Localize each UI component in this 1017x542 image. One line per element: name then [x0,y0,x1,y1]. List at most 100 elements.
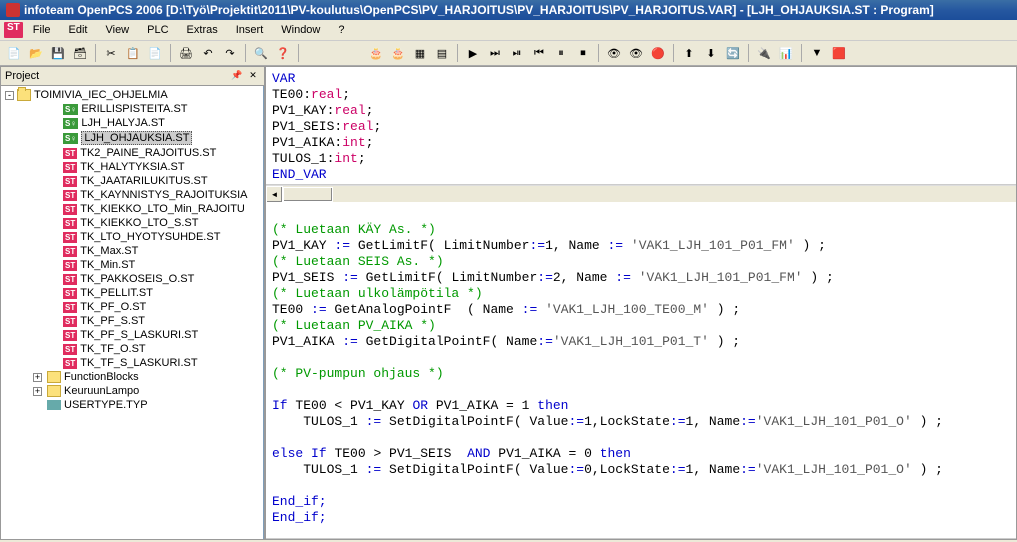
tree-item[interactable]: S♀LJH_OHJAUKSIA.ST [3,130,261,146]
build-all-icon[interactable]: 🎂 [388,43,408,63]
expand-icon[interactable]: + [33,373,42,382]
tree-item[interactable]: STTK_Min.ST [3,258,261,272]
grid2-icon[interactable]: ▤ [432,43,452,63]
folder-icon [47,385,61,397]
project-tree[interactable]: - TOIMIVIA_IEC_OHJELMIA S♀ERILLISPISTEIT… [1,86,264,539]
tree-item[interactable]: STTK_KIEKKO_LTO_S.ST [3,216,261,230]
tree-item[interactable]: STTK_PF_S_LASKURI.ST [3,328,261,342]
var-declaration-pane[interactable]: VAR TE00:real; PV1_KAY:real; PV1_SEIS:re… [266,67,1016,185]
separator [748,44,749,62]
project-close-icon[interactable]: ✕ [246,69,260,83]
scroll-left-icon[interactable]: ◄ [266,186,283,203]
collapse-icon[interactable]: - [5,91,14,100]
step-over-icon[interactable]: ⏭ [485,43,505,63]
cut-icon[interactable]: ✂ [101,43,121,63]
separator [170,44,171,62]
tree-item-label: TK_Max.ST [80,245,138,257]
menu-view[interactable]: View [97,22,137,38]
help-icon[interactable]: ❓ [273,43,293,63]
tree-item[interactable]: STTK_LTO_HYOTYSUHDE.ST [3,230,261,244]
tree-item-label: ERILLISPISTEITA.ST [81,103,187,115]
tree-item-label: TK_PAKKOSEIS_O.ST [80,273,194,285]
tree-item-usertype[interactable]: USERTYPE.TYP [3,398,261,412]
tree-item[interactable]: STTK_PAKKOSEIS_O.ST [3,272,261,286]
menu-window[interactable]: Window [273,22,328,38]
tree-item[interactable]: STTK_TF_S_LASKURI.ST [3,356,261,370]
tree-folder-label: KeuruunLampo [64,385,139,397]
tree-item-label: TK_PF_S.ST [80,315,145,327]
tree-item[interactable]: STTK_PF_O.ST [3,300,261,314]
project-pin-icon[interactable]: 📌 [230,69,244,83]
code-body-pane[interactable]: (* Luetaan KÄY As. *) PV1_KAY := GetLimi… [266,202,1016,539]
tree-item[interactable]: STTK_KIEKKO_LTO_Min_RAJOITU [3,202,261,216]
tree-item[interactable]: S♀ERILLISPISTEITA.ST [3,102,261,116]
tree-item-label: TK_PF_O.ST [80,301,146,313]
tree-item[interactable]: STTK_PF_S.ST [3,314,261,328]
pause-icon[interactable]: ⏸ [551,43,571,63]
st-icon: ST [63,162,77,173]
tree-item[interactable]: STTK_PELLIT.ST [3,286,261,300]
scroll-thumb[interactable] [283,187,333,202]
find-icon[interactable]: 🔍 [251,43,271,63]
online-icon[interactable]: 🔌 [754,43,774,63]
tree-item[interactable]: S♀LJH_HALYJA.ST [3,116,261,130]
tree-item[interactable]: STTK_JAATARILUKITUS.ST [3,174,261,188]
tree-item[interactable]: STTK_KAYNNISTYS_RAJOITUKSIA [3,188,261,202]
st-icon: ST [63,358,77,369]
tree-item[interactable]: STTK_Max.ST [3,244,261,258]
tree-folder[interactable]: +FunctionBlocks [3,370,261,384]
menu-help[interactable]: ? [330,22,352,38]
upload-icon[interactable]: ⬆ [679,43,699,63]
open-icon[interactable]: 📂 [26,43,46,63]
expand-icon[interactable]: + [33,387,42,396]
menu-extras[interactable]: Extras [179,22,226,38]
monitor-icon[interactable]: 📊 [776,43,796,63]
tree-item-label: TK_KIEKKO_LTO_Min_RAJOITU [80,203,245,215]
st-icon: ST [63,148,77,159]
tree-root[interactable]: - TOIMIVIA_IEC_OHJELMIA [3,88,261,102]
step-out-icon[interactable]: ⏮ [529,43,549,63]
break-icon[interactable]: 🔴 [648,43,668,63]
window-title: infoteam OpenPCS 2006 [D:\Työ\Projektit\… [24,3,934,17]
menubar: ST File Edit View PLC Extras Insert Wind… [0,20,1017,41]
menu-insert[interactable]: Insert [228,22,272,38]
tree-item-label: TK_LTO_HYOTYSUHDE.ST [80,231,220,243]
filter-icon[interactable]: ▼ [807,43,827,63]
paste-icon[interactable]: 📄 [145,43,165,63]
tree-item-label: TK2_PAINE_RAJOITUS.ST [80,147,216,159]
close-doc-icon[interactable]: 🟥 [829,43,849,63]
hscroll-top[interactable]: ◄ [266,185,1016,202]
sync-icon[interactable]: 🔄 [723,43,743,63]
tree-item[interactable]: STTK_HALYTYKSIA.ST [3,160,261,174]
tree-folder[interactable]: + KeuruunLampo [3,384,261,398]
menu-file[interactable]: File [25,22,59,38]
menu-edit[interactable]: Edit [61,22,96,38]
folder-icon [17,89,31,101]
st-badge: ST [4,22,23,38]
st-icon: ST [63,288,77,299]
step-into-icon[interactable]: ⏯ [507,43,527,63]
copy-icon[interactable]: 📋 [123,43,143,63]
save-icon[interactable]: 💾 [48,43,68,63]
tree-item[interactable]: STTK_TF_O.ST [3,342,261,356]
watch1-icon[interactable]: 👁 [604,43,624,63]
menu-plc[interactable]: PLC [139,22,176,38]
tree-item[interactable]: STTK2_PAINE_RAJOITUS.ST [3,146,261,160]
download-icon[interactable]: ⬇ [701,43,721,63]
new-icon[interactable]: 📄 [4,43,24,63]
print-icon[interactable]: 🖨 [176,43,196,63]
grid1-icon[interactable]: ▦ [410,43,430,63]
tree-item-label: TK_TF_S_LASKURI.ST [80,357,197,369]
separator [298,44,299,62]
st-icon: ST [63,176,77,187]
st-icon: ST [63,302,77,313]
st-icon: ST [63,190,77,201]
stop-icon[interactable]: ⏹ [573,43,593,63]
project-pane: Project 📌 ✕ - TOIMIVIA_IEC_OHJELMIA S♀ER… [0,66,265,540]
run-icon[interactable]: ▶ [463,43,483,63]
build-icon[interactable]: 🎂 [366,43,386,63]
watch2-icon[interactable]: 👁 [626,43,646,63]
save-all-icon[interactable]: 🗃 [70,43,90,63]
redo-icon[interactable]: ↷ [220,43,240,63]
undo-icon[interactable]: ↶ [198,43,218,63]
